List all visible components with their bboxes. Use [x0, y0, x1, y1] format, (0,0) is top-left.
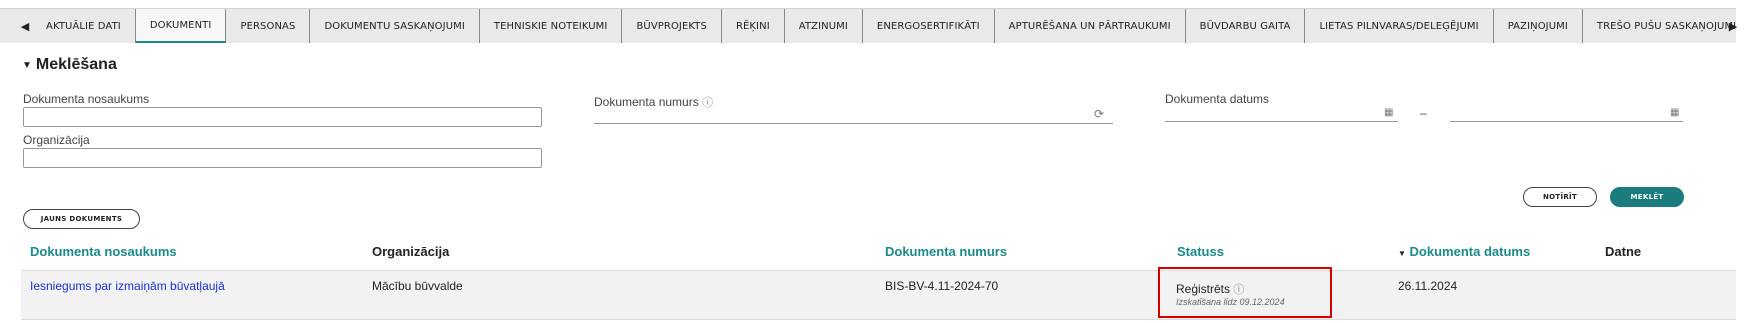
doc-name-link[interactable]: Iesniegums par izmaiņām būvatļaujā: [30, 279, 225, 293]
tab-dokumentu-saskanojumi[interactable]: DOKUMENTU SASKAŅOJUMI: [310, 9, 480, 43]
tab-dokumenti[interactable]: DOKUMENTI: [135, 9, 227, 43]
col-header-status[interactable]: Statuss: [1177, 244, 1224, 259]
table-row: [21, 270, 1736, 320]
doc-date-cell: 26.11.2024: [1398, 279, 1458, 293]
col-header-doc-name[interactable]: Dokumenta nosaukums: [30, 244, 177, 259]
col-header-org: Organizācija: [372, 244, 450, 259]
tab-pazinojumi[interactable]: PAZIŅOJUMI: [1494, 9, 1583, 43]
doc-number-input[interactable]: [594, 104, 1113, 124]
tab-buvprojekts[interactable]: BŪVPROJEKTS: [622, 9, 722, 43]
date-range-separator: –: [1420, 106, 1427, 120]
col-header-doc-date-wrap[interactable]: ▼ Dokumenta datums: [1398, 244, 1530, 259]
search-section-toggle[interactable]: ▼ Meklēšana: [22, 56, 117, 74]
doc-name-label: Dokumenta nosaukums: [23, 92, 150, 106]
tab-personas[interactable]: PERSONAS: [226, 9, 311, 43]
calendar-icon[interactable]: ▦: [1384, 107, 1393, 118]
status-highlight-box: [1158, 267, 1332, 318]
doc-name-input[interactable]: [23, 107, 542, 127]
tab-rekini[interactable]: RĒĶINI: [722, 9, 785, 43]
col-header-doc-date: Dokumenta datums: [1409, 244, 1531, 259]
tab-energosertifikati[interactable]: ENERGOSERTIFIKĀTI: [863, 9, 995, 43]
sort-down-icon: ▼: [1398, 249, 1406, 258]
new-document-button[interactable]: JAUNS DOKUMENTS: [23, 209, 140, 229]
tab-tehniskie-noteikumi[interactable]: TEHNISKIE NOTEIKUMI: [480, 9, 623, 43]
org-input[interactable]: [23, 148, 542, 168]
calendar-icon[interactable]: ▦: [1670, 107, 1679, 118]
search-button[interactable]: MEKLĒT: [1610, 187, 1684, 207]
tab-bar: ◀ AKTUĀLIE DATI DOKUMENTI PERSONAS DOKUM…: [0, 8, 1737, 43]
tab-apturesana[interactable]: APTURĒŠANA UN PĀRTRAUKUMI: [995, 9, 1186, 43]
tab-aktualie-dati[interactable]: AKTUĀLIE DATI: [32, 9, 136, 43]
org-label: Organizācija: [23, 133, 90, 147]
col-header-doc-number[interactable]: Dokumenta numurs: [885, 244, 1007, 259]
tab-list: AKTUĀLIE DATI DOKUMENTI PERSONAS DOKUMEN…: [32, 9, 1750, 43]
clear-button[interactable]: NOTĪRĪT: [1523, 187, 1597, 207]
tab-buvdarbu-gaita[interactable]: BŪVDARBU GAITA: [1186, 9, 1306, 43]
doc-org-cell: Mācību būvvalde: [372, 279, 463, 293]
caret-down-icon: ▼: [22, 59, 32, 71]
date-to-input[interactable]: [1450, 102, 1683, 122]
col-header-file: Datne: [1605, 244, 1642, 259]
chevron-right-icon[interactable]: ▶: [1718, 9, 1748, 43]
tab-lietas-pilnvaras[interactable]: LIETAS PILNVARAS/DELEĢĒJUMI: [1305, 9, 1494, 43]
tab-atzinumi[interactable]: ATZINUMI: [785, 9, 863, 43]
refresh-icon[interactable]: ⟳: [1094, 107, 1104, 121]
date-from-input[interactable]: [1165, 102, 1398, 122]
doc-number-cell: BIS-BV-4.11-2024-70: [885, 279, 999, 293]
search-section-title: Meklēšana: [35, 56, 117, 73]
